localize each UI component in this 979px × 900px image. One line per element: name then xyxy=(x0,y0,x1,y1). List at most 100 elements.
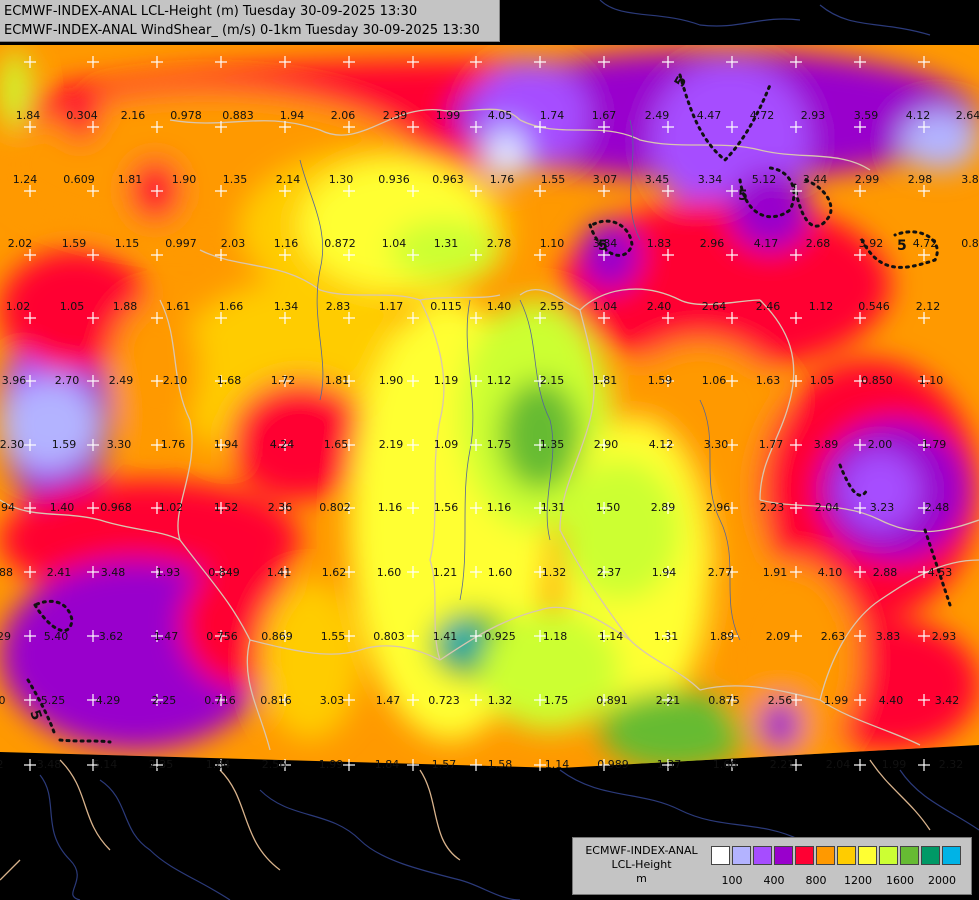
windshear-value-label: 5.14 xyxy=(93,758,118,771)
legend-swatch xyxy=(774,846,793,865)
windshear-value-label: 1.32 xyxy=(488,694,513,707)
windshear-value-label: 1.21 xyxy=(433,566,458,579)
windshear-value-label: 1.04 xyxy=(593,300,618,313)
windshear-value-label: 0.716 xyxy=(204,694,236,707)
windshear-value-label: 2.09 xyxy=(766,630,791,643)
windshear-value-label: 2.10 xyxy=(163,374,188,387)
windshear-value-label: 2.64 xyxy=(956,109,979,122)
windshear-value-label: 4.12 xyxy=(649,438,674,451)
lcl-height-map: 1.84 0.304 2.16 0.978 0.883 1.94 2.06 2.39 1.99 4… xyxy=(0,0,979,900)
windshear-value-label: 1.16 xyxy=(274,237,299,250)
windshear-value-label: 1.81 xyxy=(593,374,618,387)
windshear-value-label: 1.31 xyxy=(541,501,566,514)
windshear-value-label: 1.59 xyxy=(648,374,673,387)
title-line-2: ECMWF-INDEX-ANAL WindShear_ (m/s) 0-1km … xyxy=(4,23,480,38)
windshear-value-label: 3.92 xyxy=(859,237,884,250)
windshear-value-label: 1.14 xyxy=(545,758,570,771)
windshear-value-label: 2.04 xyxy=(826,758,851,771)
windshear-value-label: 0.546 xyxy=(858,300,890,313)
windshear-value-label: 2.04 xyxy=(815,501,840,514)
windshear-value-label: 2.35 xyxy=(149,758,174,771)
legend-tick-label: 800 xyxy=(805,874,827,887)
windshear-value-label: 1.04 xyxy=(382,237,407,250)
field-region xyxy=(390,220,500,280)
windshear-value-label: 1.34 xyxy=(274,300,299,313)
windshear-value-label: 0.850 xyxy=(861,374,893,387)
windshear-value-label: 1.47 xyxy=(376,694,401,707)
windshear-value-label: 1.41 xyxy=(433,630,458,643)
windshear-value-label: 0.723 xyxy=(428,694,460,707)
windshear-value-label: 1.15 xyxy=(115,237,140,250)
windshear-value-label: 1.09 xyxy=(434,438,459,451)
legend-tick-label: 2000 xyxy=(928,874,956,887)
windshear-value-label: 2.37 xyxy=(597,566,622,579)
windshear-value-label: 1.10 xyxy=(540,237,565,250)
windshear-value-label: 4.53 xyxy=(928,566,953,579)
windshear-value-label: 1.55 xyxy=(541,173,566,186)
windshear-value-label: 0.978 xyxy=(170,109,202,122)
windshear-value-label: 0.968 xyxy=(100,501,132,514)
windshear-value-label: 88 xyxy=(0,566,13,579)
windshear-value-label: 2.40 xyxy=(647,300,672,313)
windshear-value-label: 1.63 xyxy=(756,374,781,387)
windshear-value-label: 1.77 xyxy=(759,438,784,451)
windshear-value-label: 1.56 xyxy=(434,501,459,514)
windshear-value-label: 3.96 xyxy=(2,374,27,387)
windshear-value-label: 0.756 xyxy=(206,630,238,643)
windshear-value-label: 1.58 xyxy=(488,758,513,771)
windshear-value-label: 0 xyxy=(0,694,6,707)
windshear-value-label: 1.02 xyxy=(6,300,31,313)
windshear-value-label: 1.72 xyxy=(271,374,296,387)
windshear-value-label: 2.63 xyxy=(821,630,846,643)
legend-swatch xyxy=(858,846,877,865)
windshear-value-label: 2.48 xyxy=(925,501,950,514)
windshear-value-label: 0.997 xyxy=(165,237,197,250)
windshear-value-label: 2.39 xyxy=(383,109,408,122)
windshear-value-label: 2.77 xyxy=(708,566,733,579)
windshear-value-label: 4.12 xyxy=(906,109,931,122)
windshear-value-label: 5.12 xyxy=(752,173,777,186)
windshear-value-label: 1.59 xyxy=(62,237,87,250)
windshear-value-label: 1.84 xyxy=(16,109,41,122)
legend-swatch xyxy=(753,846,772,865)
windshear-value-label: 1.89 xyxy=(710,630,735,643)
windshear-value-label: 0.816 xyxy=(260,694,292,707)
windshear-value-label: 2.96 xyxy=(706,501,731,514)
windshear-value-label: 4.72 xyxy=(913,237,938,250)
windshear-value-label: 0.925 xyxy=(484,630,516,643)
field-region xyxy=(500,380,580,490)
windshear-value-label: 5.25 xyxy=(41,694,66,707)
lcl-field xyxy=(0,45,979,768)
windshear-value-label: 3.45 xyxy=(645,173,670,186)
windshear-value-label: 2.02 xyxy=(8,237,33,250)
windshear-value-label: 2.55 xyxy=(540,300,565,313)
windshear-value-label: 1.05 xyxy=(60,300,85,313)
windshear-value-label: 0.872 xyxy=(324,237,356,250)
windshear-value-label: 0.802 xyxy=(319,501,351,514)
windshear-value-label: 0.304 xyxy=(66,109,98,122)
windshear-value-label: 1.60 xyxy=(488,566,513,579)
legend-swatch xyxy=(900,846,919,865)
legend-tick-label: 400 xyxy=(763,874,785,887)
windshear-value-label: 2.89 xyxy=(651,501,676,514)
windshear-value-label: 1.81 xyxy=(118,173,143,186)
contour-label: 5 xyxy=(598,238,608,254)
windshear-value-label: 4.29 xyxy=(96,694,121,707)
windshear-value-label: 3.42 xyxy=(935,694,960,707)
windshear-value-label: 1.79 xyxy=(922,438,947,451)
windshear-value-label: 3.07 xyxy=(593,173,618,186)
legend-ticks: 100 400 800 1200 1600 2000 xyxy=(711,874,971,890)
contour-label: 5 xyxy=(738,188,748,204)
windshear-value-label: 0.875 xyxy=(708,694,740,707)
windshear-value-label: 1.40 xyxy=(487,300,512,313)
legend-swatch xyxy=(837,846,856,865)
legend-swatch xyxy=(732,846,751,865)
windshear-value-label: 1.68 xyxy=(217,374,242,387)
windshear-value-label: 1.05 xyxy=(810,374,835,387)
field-region xyxy=(560,460,680,600)
windshear-value-label: 1.18 xyxy=(543,630,568,643)
windshear-value-label: 0.936 xyxy=(378,173,410,186)
windshear-value-label: 1.66 xyxy=(713,758,738,771)
windshear-value-label: 0.609 xyxy=(63,173,95,186)
field-region xyxy=(0,380,100,470)
